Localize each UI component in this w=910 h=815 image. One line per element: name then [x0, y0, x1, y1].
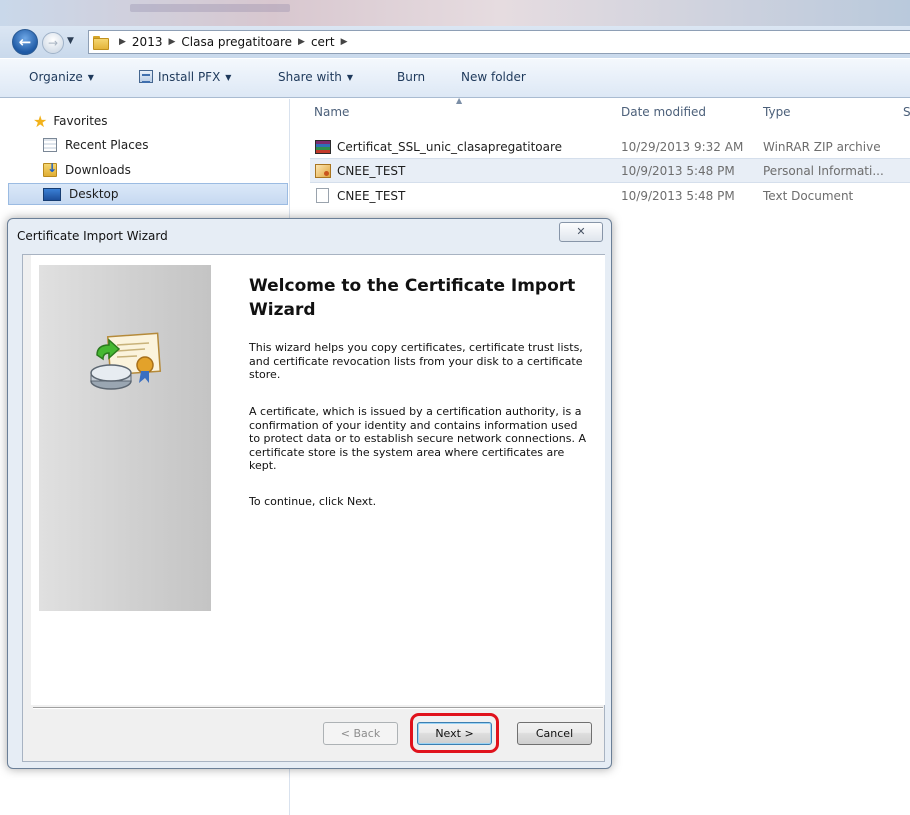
file-row-name[interactable]: CNEE_TEST [316, 186, 405, 206]
caret-down-icon: ▼ [346, 73, 354, 82]
back-button[interactable]: ← [12, 29, 38, 55]
dialog-title: Certificate Import Wizard [17, 229, 168, 243]
file-name-label: CNEE_TEST [337, 189, 406, 203]
file-name-label: CNEE_TEST [337, 164, 406, 178]
column-header-date-modified[interactable]: Date modified [621, 99, 706, 125]
forward-button[interactable]: → [42, 32, 64, 54]
text-document-icon [316, 188, 329, 203]
install-pfx-icon [139, 70, 153, 83]
nav-downloads-label: Downloads [65, 163, 131, 177]
star-icon: ★ [33, 111, 48, 131]
nav-recent-places-label: Recent Places [65, 138, 149, 152]
chevron-right-icon[interactable]: ▶ [119, 37, 126, 47]
organize-label: Organize [29, 70, 83, 84]
chevron-right-icon[interactable]: ▶ [341, 37, 348, 47]
new-folder-button[interactable]: New folder [461, 70, 526, 84]
caret-down-icon: ▼ [225, 73, 232, 82]
title-bar-blurred-text [130, 4, 290, 12]
downloads-icon [43, 161, 57, 177]
command-toolbar: Organize ▼ Install PFX ▼ Share with ▼ Burn … [0, 58, 910, 98]
file-row-date: 10/9/2013 5:48 PM [621, 164, 735, 178]
column-header-type[interactable]: Type [763, 99, 791, 125]
breadcrumb-clasa-pregatitoare[interactable]: Clasa pregatitoare [181, 35, 292, 49]
back-button[interactable]: < Back [323, 722, 398, 745]
wizard-side-banner [39, 265, 211, 611]
breadcrumb-cert[interactable]: cert [311, 35, 335, 49]
recent-pages-dropdown-icon[interactable]: ▼ [67, 36, 74, 46]
wizard-heading: Welcome to the Certificate Import Wizard [249, 276, 576, 320]
caret-down-icon: ▼ [87, 73, 94, 82]
nav-favorites[interactable]: ★ Favorites [33, 110, 108, 132]
certificate-import-icon [90, 332, 162, 390]
wizard-description-paragraph: A certificate, which is issued by a cert… [249, 405, 586, 472]
winrar-archive-icon [315, 140, 331, 154]
desktop-icon [43, 187, 61, 201]
file-row-name[interactable]: Certificat_SSL_unic_clasapregatitoare [315, 137, 562, 157]
organize-button[interactable]: Organize ▼ [29, 70, 94, 84]
close-button[interactable]: ✕ [559, 222, 603, 242]
recent-places-icon [43, 138, 57, 152]
address-bar[interactable]: ▶ 2013 ▶ Clasa pregatitoare ▶ cert ▶ [88, 30, 910, 54]
wizard-intro-paragraph: This wizard helps you copy certificates,… [249, 341, 583, 381]
folder-icon [93, 36, 109, 50]
navigation-bar: ← → ▼ ▶ 2013 ▶ Clasa pregatitoare ▶ cert… [0, 26, 910, 58]
column-header-name[interactable]: Name [314, 99, 349, 125]
sort-ascending-icon: ▲ [456, 96, 463, 105]
wizard-instruction-paragraph: To continue, click Next. [249, 495, 377, 508]
burn-button[interactable]: Burn [397, 70, 425, 84]
wizard-content-panel: Welcome to the Certificate Import Wizard… [31, 255, 605, 705]
install-pfx-label: Install PFX [158, 70, 221, 84]
share-with-button[interactable]: Share with ▼ [278, 70, 353, 84]
nav-downloads[interactable]: Downloads [43, 159, 131, 181]
nav-desktop-label: Desktop [69, 187, 119, 201]
nav-favorites-label: Favorites [53, 114, 108, 128]
nav-desktop[interactable]: Desktop [8, 183, 288, 205]
breadcrumb-2013[interactable]: 2013 [132, 35, 163, 49]
file-row-type: Text Document [763, 189, 854, 203]
chevron-right-icon[interactable]: ▶ [168, 37, 175, 47]
install-pfx-button[interactable]: Install PFX ▼ [139, 70, 231, 84]
explorer-title-bar [0, 0, 910, 26]
file-row-type: Personal Informati... [763, 164, 884, 178]
dialog-body: Welcome to the Certificate Import Wizard… [22, 254, 605, 762]
certificate-import-wizard-dialog: Certificate Import Wizard ✕ Welcome to t… [7, 218, 612, 769]
nav-recent-places[interactable]: Recent Places [43, 134, 148, 156]
column-header-size[interactable]: S [903, 99, 910, 125]
file-row-name[interactable]: CNEE_TEST [315, 161, 405, 181]
file-row-date: 10/29/2013 9:32 AM [621, 140, 744, 154]
file-row-date: 10/9/2013 5:48 PM [621, 189, 735, 203]
share-with-label: Share with [278, 70, 342, 84]
button-area-divider [33, 707, 603, 709]
chevron-right-icon[interactable]: ▶ [298, 37, 305, 47]
next-button[interactable]: Next > [417, 722, 492, 745]
file-row-type: WinRAR ZIP archive [763, 140, 881, 154]
certificate-file-icon [315, 164, 331, 178]
file-name-label: Certificat_SSL_unic_clasapregatitoare [337, 140, 563, 154]
cancel-button[interactable]: Cancel [517, 722, 592, 745]
